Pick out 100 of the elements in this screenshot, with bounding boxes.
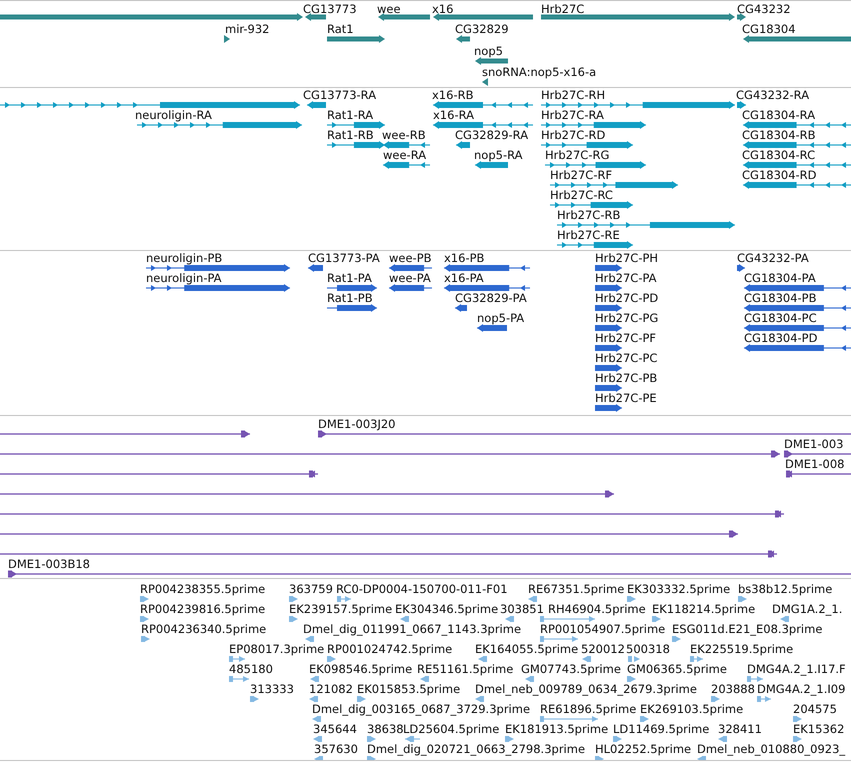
protein-glyph[interactable] xyxy=(744,324,851,332)
est-glyph[interactable] xyxy=(540,636,578,642)
est-glyph[interactable] xyxy=(367,736,376,742)
est-glyph[interactable] xyxy=(540,616,596,622)
protein-glyph[interactable] xyxy=(146,264,290,272)
est-glyph[interactable] xyxy=(228,676,250,682)
transcript-glyph[interactable] xyxy=(550,181,678,189)
gene-glyph[interactable] xyxy=(0,13,303,21)
est-glyph[interactable] xyxy=(718,736,727,742)
protein-glyph[interactable] xyxy=(594,284,622,292)
gene-glyph[interactable] xyxy=(327,35,385,43)
transcript-glyph[interactable] xyxy=(550,201,634,209)
protein-glyph[interactable] xyxy=(594,264,622,272)
est-glyph[interactable] xyxy=(595,756,604,760)
est-glyph[interactable] xyxy=(540,716,598,722)
gene-glyph[interactable] xyxy=(475,57,508,65)
est-glyph[interactable] xyxy=(711,696,720,702)
transcript-glyph[interactable] xyxy=(540,141,634,149)
est-glyph[interactable] xyxy=(305,636,314,642)
transcript-glyph[interactable] xyxy=(736,101,746,109)
transcript-glyph[interactable] xyxy=(742,121,851,129)
est-glyph[interactable] xyxy=(793,736,802,742)
est-glyph[interactable] xyxy=(475,696,484,702)
clone-glyph[interactable] xyxy=(0,490,614,498)
est-glyph[interactable] xyxy=(357,696,366,702)
protein-glyph[interactable] xyxy=(744,284,851,292)
clone-glyph[interactable] xyxy=(0,430,250,438)
gene-glyph[interactable] xyxy=(224,35,230,43)
transcript-glyph[interactable] xyxy=(326,121,386,129)
est-glyph[interactable] xyxy=(652,616,661,622)
protein-glyph[interactable] xyxy=(744,344,851,352)
gene-glyph[interactable] xyxy=(737,13,746,21)
est-glyph[interactable] xyxy=(313,736,322,742)
protein-glyph[interactable] xyxy=(454,304,468,312)
protein-glyph[interactable] xyxy=(594,404,622,412)
est-glyph[interactable] xyxy=(582,656,591,662)
clone-glyph[interactable] xyxy=(8,570,851,578)
est-glyph[interactable] xyxy=(478,656,487,662)
protein-glyph[interactable] xyxy=(736,264,746,272)
est-glyph[interactable] xyxy=(793,716,802,722)
est-glyph[interactable] xyxy=(746,676,764,682)
transcript-glyph[interactable] xyxy=(432,121,534,129)
transcript-glyph[interactable] xyxy=(382,161,430,169)
protein-glyph[interactable] xyxy=(476,324,508,332)
est-glyph[interactable] xyxy=(640,716,649,722)
est-glyph[interactable] xyxy=(672,636,681,642)
gene-glyph[interactable] xyxy=(482,78,488,86)
est-glyph[interactable] xyxy=(780,616,789,622)
est-glyph[interactable] xyxy=(404,736,420,742)
est-glyph[interactable] xyxy=(738,596,747,602)
est-glyph[interactable] xyxy=(250,696,259,702)
protein-glyph[interactable] xyxy=(444,284,530,292)
est-glyph[interactable] xyxy=(310,676,319,682)
protein-glyph[interactable] xyxy=(388,284,432,292)
est-glyph[interactable] xyxy=(228,656,246,662)
est-glyph[interactable] xyxy=(141,636,150,642)
transcript-glyph[interactable] xyxy=(456,141,470,149)
transcript-glyph[interactable] xyxy=(474,161,508,169)
est-glyph[interactable] xyxy=(140,616,149,622)
transcript-glyph[interactable] xyxy=(556,241,634,249)
protein-glyph[interactable] xyxy=(744,304,851,312)
clone-glyph[interactable] xyxy=(0,550,777,558)
protein-glyph[interactable] xyxy=(388,264,432,272)
protein-glyph[interactable] xyxy=(326,284,378,292)
protein-glyph[interactable] xyxy=(594,384,622,392)
est-glyph[interactable] xyxy=(627,676,636,682)
clone-glyph[interactable] xyxy=(0,530,738,538)
transcript-glyph[interactable] xyxy=(382,141,430,149)
transcript-glyph[interactable] xyxy=(306,101,326,109)
clone-glyph[interactable] xyxy=(0,450,780,458)
est-glyph[interactable] xyxy=(690,656,704,662)
est-glyph[interactable] xyxy=(400,616,409,622)
est-glyph[interactable] xyxy=(613,736,622,742)
est-glyph[interactable] xyxy=(420,676,429,682)
transcript-glyph[interactable] xyxy=(136,121,302,129)
transcript-glyph[interactable] xyxy=(0,101,300,109)
est-glyph[interactable] xyxy=(528,596,537,602)
clone-glyph[interactable] xyxy=(318,430,851,438)
transcript-glyph[interactable] xyxy=(556,221,736,229)
transcript-glyph[interactable] xyxy=(742,161,851,169)
est-glyph[interactable] xyxy=(627,596,636,602)
est-glyph[interactable] xyxy=(628,656,640,662)
est-glyph[interactable] xyxy=(312,716,321,722)
protein-glyph[interactable] xyxy=(594,324,622,332)
transcript-glyph[interactable] xyxy=(742,141,851,149)
gene-glyph[interactable] xyxy=(541,13,735,21)
protein-glyph[interactable] xyxy=(444,264,530,272)
gene-glyph[interactable] xyxy=(433,13,533,21)
gene-glyph[interactable] xyxy=(456,35,470,43)
est-glyph[interactable] xyxy=(697,756,706,760)
transcript-glyph[interactable] xyxy=(742,181,851,189)
est-glyph[interactable] xyxy=(327,656,336,662)
clone-glyph[interactable] xyxy=(0,510,784,518)
est-glyph[interactable] xyxy=(505,736,514,742)
est-glyph[interactable] xyxy=(367,756,376,760)
protein-glyph[interactable] xyxy=(594,364,622,372)
protein-glyph[interactable] xyxy=(146,284,290,292)
transcript-glyph[interactable] xyxy=(432,101,534,109)
gene-glyph[interactable] xyxy=(305,13,326,21)
est-glyph[interactable] xyxy=(289,616,298,622)
